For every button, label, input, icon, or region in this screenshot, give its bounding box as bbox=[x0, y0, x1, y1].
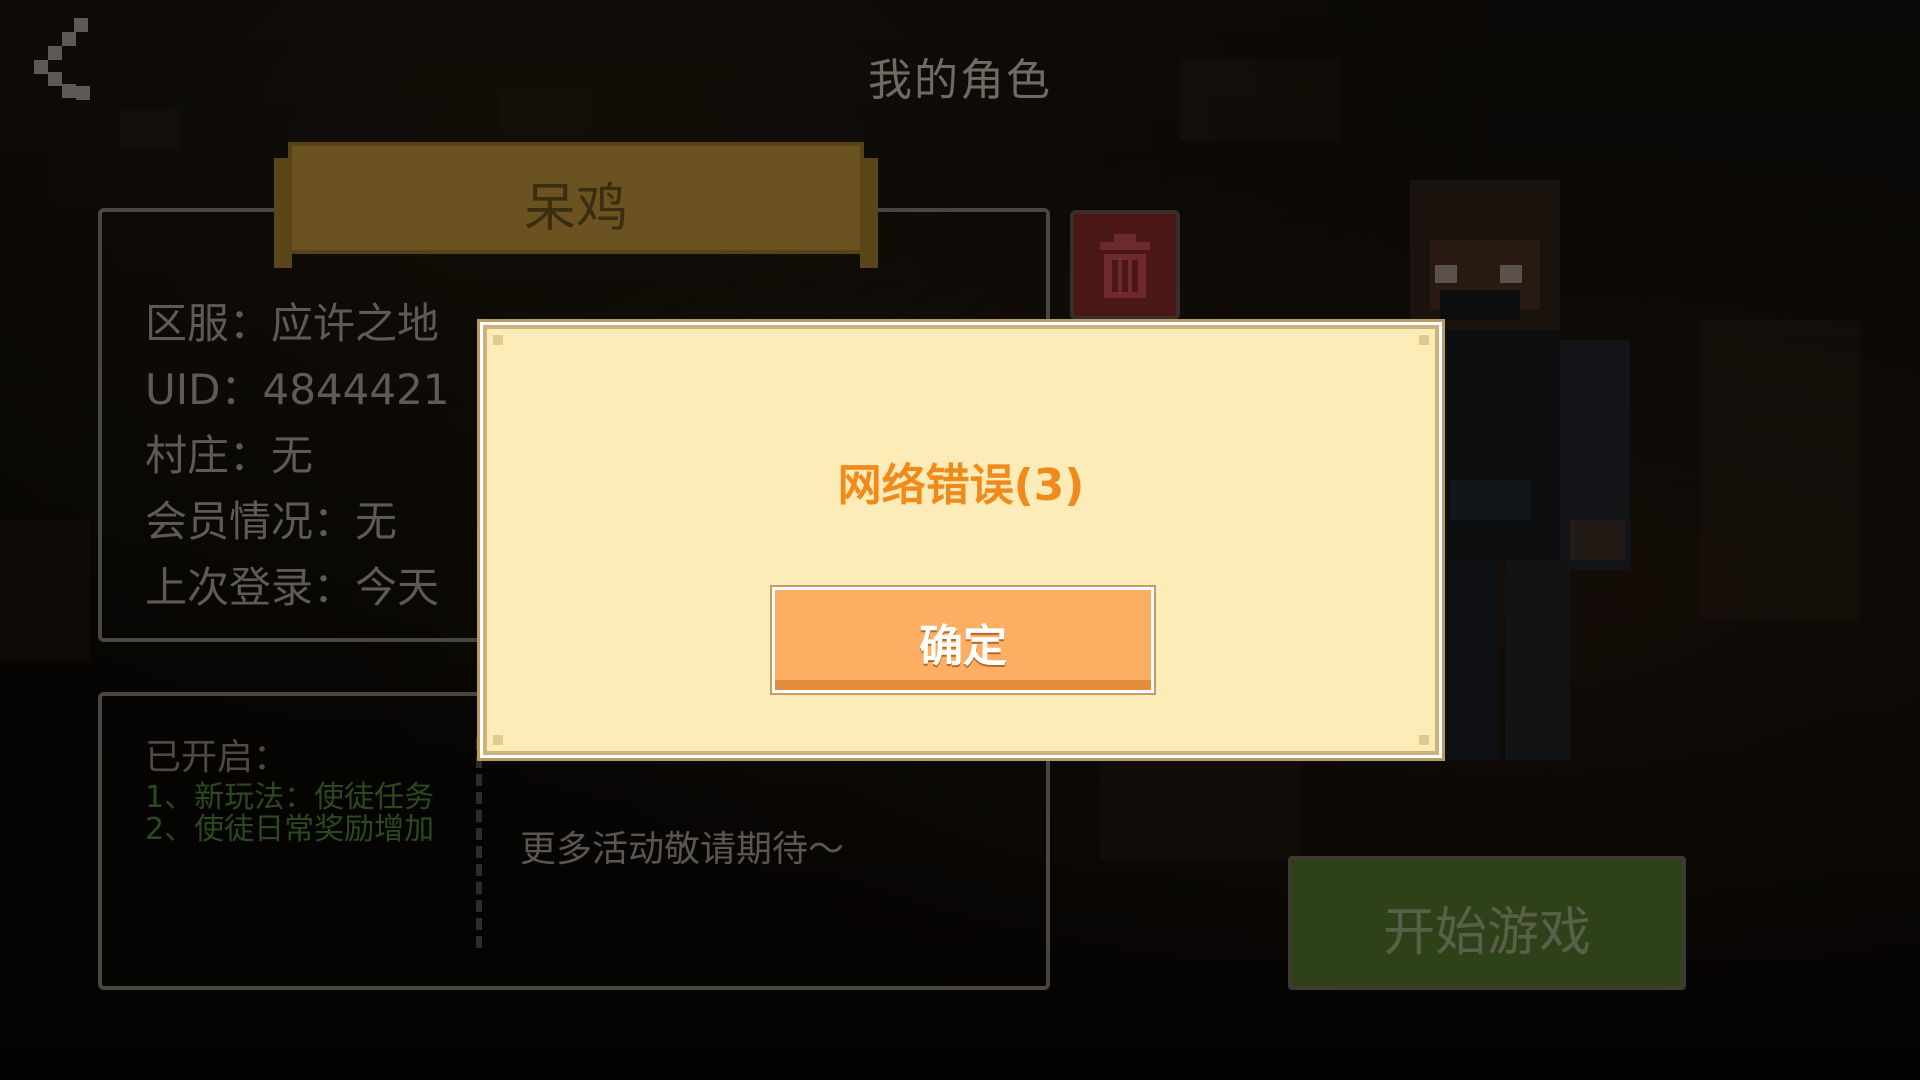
character-name: 呆鸡 bbox=[523, 179, 628, 239]
village-info: 村庄：无 bbox=[145, 431, 314, 480]
confirm-button[interactable]: 确定 bbox=[772, 587, 1154, 693]
uid-info: UID：4844421 bbox=[145, 365, 450, 414]
membership-info: 会员情况：无 bbox=[145, 497, 398, 546]
corner-decoration bbox=[1419, 335, 1429, 345]
more-activities-text: 更多活动敬请期待～ bbox=[520, 829, 845, 870]
character-name-banner: 呆鸡 bbox=[274, 142, 878, 268]
activity-item: 1、新玩法：使徒任务 bbox=[145, 780, 435, 815]
trash-icon bbox=[1100, 234, 1150, 298]
activity-item: 2、使徒日常奖励增加 bbox=[145, 812, 435, 847]
page-title: 我的角色 bbox=[868, 55, 1052, 106]
corner-decoration bbox=[493, 735, 503, 745]
corner-decoration bbox=[1419, 735, 1429, 745]
game-screen: 我的角色 呆鸡 区服：应许之地 UID：4844421 村庄：无 会员情况：无 … bbox=[0, 0, 1920, 1080]
start-game-button[interactable]: 开始游戏 bbox=[1288, 856, 1686, 990]
error-message: 网络错误(3) bbox=[837, 460, 1085, 511]
delete-character-button[interactable] bbox=[1070, 210, 1180, 320]
activity-divider bbox=[476, 738, 482, 948]
corner-decoration bbox=[493, 335, 503, 345]
last-login-info: 上次登录：今天 bbox=[145, 563, 440, 612]
error-dialog: 网络错误(3) 确定 bbox=[483, 325, 1439, 755]
activity-title: 已开启： bbox=[145, 737, 290, 778]
server-info: 区服：应许之地 bbox=[145, 299, 440, 348]
confirm-label: 确定 bbox=[919, 621, 1007, 672]
start-game-label: 开始游戏 bbox=[1382, 903, 1591, 963]
